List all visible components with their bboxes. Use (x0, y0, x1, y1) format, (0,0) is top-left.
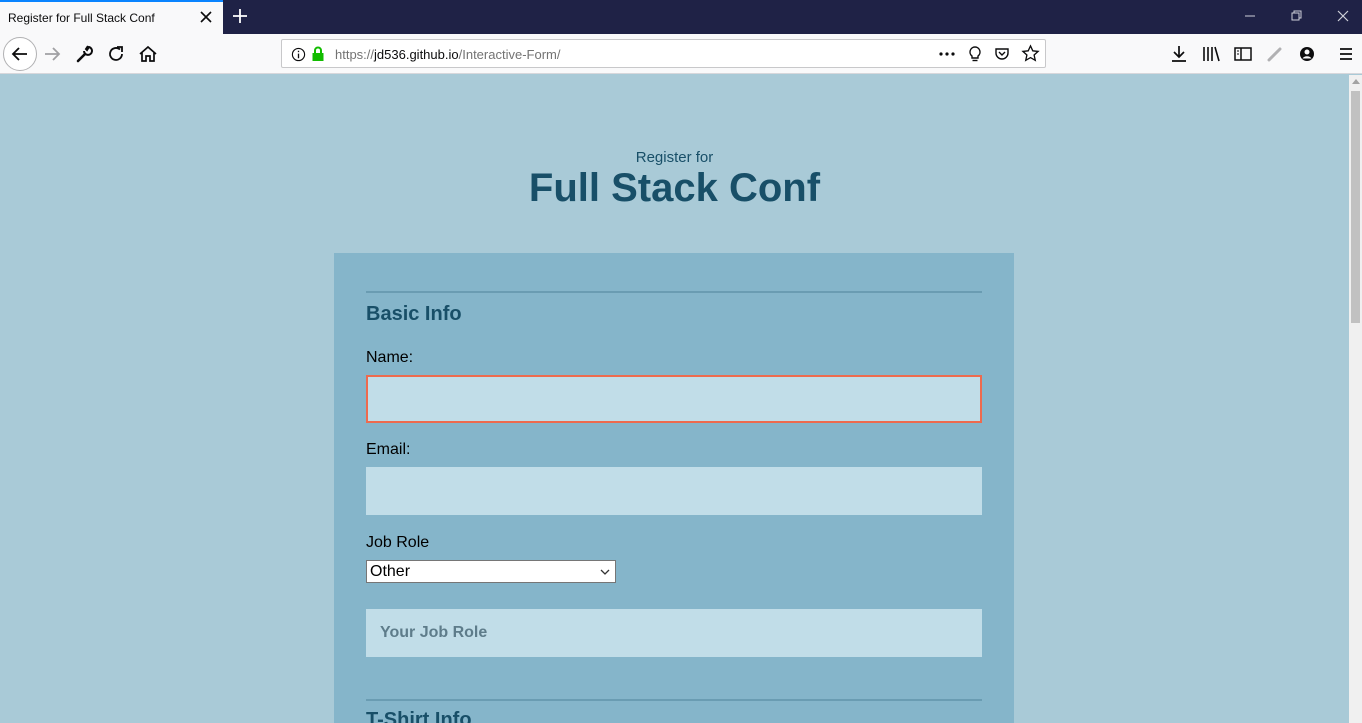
name-label: Name: (366, 349, 414, 366)
section-divider (366, 291, 982, 293)
wrench-icon[interactable] (72, 42, 96, 66)
restore-icon[interactable] (1284, 4, 1308, 28)
section-divider (366, 699, 982, 701)
minimize-icon[interactable] (1238, 4, 1262, 28)
pen-icon[interactable] (1263, 42, 1287, 66)
new-tab-icon[interactable] (229, 5, 251, 27)
tshirt-info-legend: T-Shirt Info (366, 709, 472, 723)
sidebar-icon[interactable] (1231, 42, 1255, 66)
chevron-down-icon (600, 569, 610, 575)
navigation-toolbar: https://jd536.github.io/Interactive-Form… (0, 34, 1362, 74)
job-role-label: Job Role (366, 534, 430, 551)
url-prefix: https:// (335, 47, 375, 62)
scroll-up-arrow-icon[interactable] (1352, 79, 1360, 84)
download-icon[interactable] (1167, 42, 1191, 66)
email-input[interactable] (366, 467, 982, 515)
account-icon[interactable] (1295, 42, 1319, 66)
reload-icon[interactable] (104, 42, 128, 66)
close-tab-icon[interactable] (198, 9, 214, 25)
lock-icon[interactable] (311, 46, 325, 62)
menu-icon[interactable] (1334, 42, 1358, 66)
info-icon[interactable] (291, 47, 306, 62)
job-role-select[interactable]: Other (366, 560, 616, 583)
page-subtitle: Register for (635, 149, 714, 166)
registration-form: Basic Info Name: Email: Job Role Other Y… (334, 253, 1014, 723)
tab-strip: Register for Full Stack Conf (0, 0, 1362, 34)
back-arrow-icon (11, 47, 27, 61)
name-input[interactable] (366, 375, 982, 423)
other-job-role-input[interactable]: Your Job Role (366, 609, 982, 657)
url-bar[interactable]: https://jd536.github.io/Interactive-Form… (281, 39, 1046, 68)
pocket-icon[interactable] (993, 45, 1011, 63)
job-role-selected-value: Other (370, 563, 411, 580)
lightbulb-icon[interactable] (966, 45, 984, 63)
active-tab[interactable]: Register for Full Stack Conf (0, 0, 223, 34)
library-icon[interactable] (1199, 42, 1223, 66)
back-button[interactable] (3, 37, 37, 71)
url-domain: jd536.github.io (374, 47, 459, 62)
scrollbar-thumb[interactable] (1351, 91, 1360, 323)
bookmark-star-icon[interactable] (1021, 44, 1040, 63)
url-text: https://jd536.github.io/Interactive-Form… (335, 47, 560, 62)
other-job-role-placeholder: Your Job Role (380, 624, 488, 641)
basic-info-legend: Basic Info (366, 303, 462, 325)
home-icon[interactable] (136, 42, 160, 66)
close-window-icon[interactable] (1331, 4, 1355, 28)
page-title: Full Stack Conf (528, 166, 821, 210)
page-actions-icon[interactable] (937, 47, 957, 61)
email-label: Email: (366, 441, 411, 458)
url-path: /Interactive-Form/ (458, 47, 561, 62)
tab-title: Register for Full Stack Conf (8, 11, 155, 25)
forward-arrow-icon[interactable] (40, 42, 64, 66)
page-scrollbar[interactable] (1349, 75, 1362, 723)
